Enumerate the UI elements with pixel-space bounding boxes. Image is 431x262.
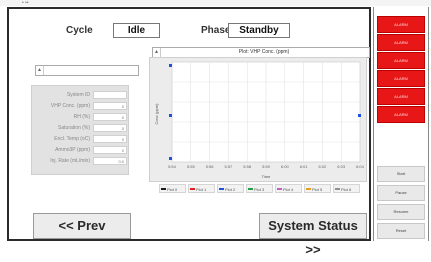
x-tick-labels: 5:54 5:55 5:56 5:57 5:58 5:59 6:00 6:01 6:02 6:03… [168,164,365,169]
legend-label: Plot 6 [341,187,352,192]
x-tick-label: 5:58 [243,164,252,169]
x-axis-label: Time [262,174,272,179]
plot-frame: 5:54 5:55 5:56 5:57 5:58 5:59 6:00 6:01 6:02 6:03… [149,57,367,182]
selector-arrow-icon[interactable]: ▴ [36,66,44,75]
legend-label: Plot 3 [254,187,265,192]
alarm-button[interactable]: ALARM [377,106,425,123]
field-row: Inj. Rate (mL/min) 0.0 [32,156,130,166]
legend-label: Plot 4 [283,187,294,192]
cycle-status-box: Idle [113,23,160,38]
start-button[interactable]: Start [377,166,425,182]
y-axis-marker [169,114,172,117]
legend-item[interactable]: Plot 6 [333,184,360,193]
field-row: RH (%) 0 [32,112,130,122]
field-value: 0 [93,124,127,132]
x-tick-label: 5:59 [262,164,271,169]
cycle-label: Cycle [66,25,93,36]
y-axis-marker [169,64,172,67]
x-tick-label: 6:00 [281,164,290,169]
x-tick-label: 5:56 [206,164,215,169]
field-row: Ammo3P (ppm) 0 [32,145,130,155]
field-value: 0 [93,146,127,154]
field-value: 0 [93,113,127,121]
legend-item[interactable]: Plot 2 [217,184,244,193]
system-status-button[interactable]: System Status >> [259,213,367,257]
x-tick-label: 5:54 [168,164,177,169]
resume-button[interactable]: Resume [377,204,425,220]
field-value: 0 [93,102,127,110]
prev-button[interactable]: << Prev [33,213,131,239]
control-sidebar: ALARM ALARM ALARM ALARM ALARM ALARM Star… [373,7,429,241]
legend-label: Plot 5 [312,187,323,192]
pause-button[interactable]: Pause [377,185,425,201]
legend-swatch [161,188,166,190]
field-label: RH (%) [73,114,90,120]
y-axis-marker [358,114,361,117]
readings-group: System ID VHP Conc. (ppm) 0 RH (%) 0 Sat… [31,85,129,175]
field-value [93,91,127,99]
field-label: System ID [66,92,90,98]
x-tick-label: 6:03 [337,164,346,169]
plot-legend: Plot 0 Plot 1 Plot 2 Plot 3 Plot 4 Plot … [159,184,365,193]
phase-label: Phase [201,25,231,36]
alarm-button[interactable]: ALARM [377,16,425,33]
legend-item[interactable]: Plot 5 [304,184,331,193]
alarm-button[interactable]: ALARM [377,70,425,87]
field-row: Encl. Temp (oC) 0 [32,134,130,144]
system-selector[interactable]: ▴ [35,65,139,76]
x-tick-label: 5:55 [187,164,196,169]
field-label: VHP Conc. (ppm) [50,103,90,109]
field-row: VHP Conc. (ppm) 0 [32,101,130,111]
legend-label: Plot 1 [196,187,207,192]
y-axis-label: Conc (ppm) [154,103,159,125]
reset-button[interactable]: Reset [377,223,425,239]
x-tick-label: 5:57 [225,164,234,169]
legend-item[interactable]: Plot 3 [246,184,273,193]
legend-swatch [335,188,340,190]
x-tick-label: 6:04 [356,164,365,169]
plot-selector-label: Plot: VHP Conc. (ppm) [238,49,290,55]
selector-arrow-icon[interactable]: ▴ [153,48,161,57]
field-label: Saturation (%) [58,125,90,131]
legend-item[interactable]: Plot 4 [275,184,302,193]
field-label: Encl. Temp (oC) [54,136,90,142]
legend-label: Plot 0 [167,187,178,192]
window-titlebar: • •• [0,0,431,6]
field-value: 0 [93,135,127,143]
legend-item[interactable]: Plot 0 [159,184,186,193]
legend-label: Plot 2 [225,187,236,192]
alarm-button[interactable]: ALARM [377,34,425,51]
trend-chart[interactable]: 5:54 5:55 5:56 5:57 5:58 5:59 6:00 6:01 6:02 6:03… [150,58,366,181]
field-value: 0.0 [93,157,127,165]
alarm-button[interactable]: ALARM [377,88,425,105]
y-axis-marker [169,157,172,160]
legend-swatch [277,188,282,190]
legend-item[interactable]: Plot 1 [188,184,215,193]
field-label: Inj. Rate (mL/min) [50,158,90,164]
x-tick-label: 6:01 [300,164,309,169]
legend-swatch [219,188,224,190]
legend-swatch [190,188,195,190]
alarm-button[interactable]: ALARM [377,52,425,69]
legend-swatch [248,188,253,190]
field-row: Saturation (%) 0 [32,123,130,133]
window-title: • •• [22,0,29,6]
field-row: System ID [32,90,130,100]
legend-swatch [306,188,311,190]
phase-status-box: Standby [228,23,290,38]
x-tick-label: 6:02 [319,164,328,169]
field-label: Ammo3P (ppm) [55,147,90,153]
